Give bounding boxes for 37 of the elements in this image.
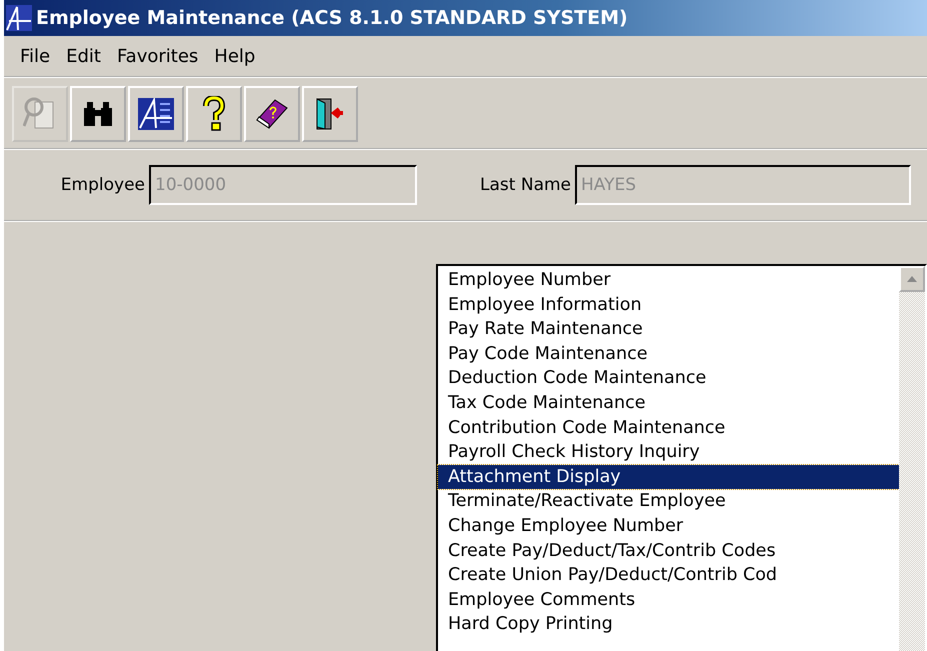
list-item[interactable]: Terminate/Reactivate Employee: [438, 489, 899, 514]
list-item[interactable]: Create Union Pay/Deduct/Contrib Cod: [438, 563, 899, 588]
toolbar-button[interactable]: [244, 86, 300, 142]
list-item[interactable]: Employee Information: [438, 292, 899, 318]
field-label: Employee: [60, 175, 145, 195]
list-item[interactable]: Create Pay/Deduct/Tax/Contrib Codes: [438, 538, 899, 564]
binoculars-icon: [82, 100, 114, 128]
door-exit-icon: [315, 97, 345, 131]
list-item[interactable]: Contribution Code Maintenance: [438, 416, 899, 440]
list-item[interactable]: Pay Rate Maintenance: [438, 317, 899, 342]
scrollbar[interactable]: [899, 266, 925, 651]
list-item[interactable]: Change Employee Number: [438, 514, 899, 539]
list-item[interactable]: Deduction Code Maintenance: [438, 366, 899, 391]
list-item[interactable]: Employee Number: [438, 268, 899, 293]
menu-item[interactable]: File: [14, 46, 56, 66]
list-item[interactable]: Employee Comments: [438, 588, 899, 612]
window-title: Employee Maintenance (ACS 8.1.0 STANDARD SYSTEM): [36, 7, 628, 29]
app-logo-icon: [6, 5, 32, 31]
list-item[interactable]: Attachment Display: [438, 464, 899, 490]
up-arrow-icon: [907, 276, 917, 282]
list-item[interactable]: Hard Copy Printing: [438, 612, 899, 637]
book-icon: [255, 98, 289, 130]
list-item[interactable]: Payroll Check History Inquiry: [438, 440, 899, 465]
toolbar-button[interactable]: [302, 86, 358, 142]
toolbar-button[interactable]: [128, 86, 184, 142]
menu-item[interactable]: Favorites: [110, 46, 204, 66]
scroll-up-button[interactable]: [899, 266, 925, 292]
list-item[interactable]: Tax Code Maintenance: [438, 390, 899, 416]
toolbar-button[interactable]: [70, 86, 126, 142]
field-label: Last Name: [480, 175, 571, 195]
list-item[interactable]: Pay Code Maintenance: [438, 342, 899, 366]
logo-icon: [138, 98, 174, 130]
question-mark-icon: [203, 96, 225, 132]
list-box[interactable]: [436, 264, 927, 651]
menu-item[interactable]: Edit: [60, 46, 107, 66]
toolbar-button[interactable]: [186, 86, 242, 142]
menu-item[interactable]: Help: [208, 46, 262, 66]
